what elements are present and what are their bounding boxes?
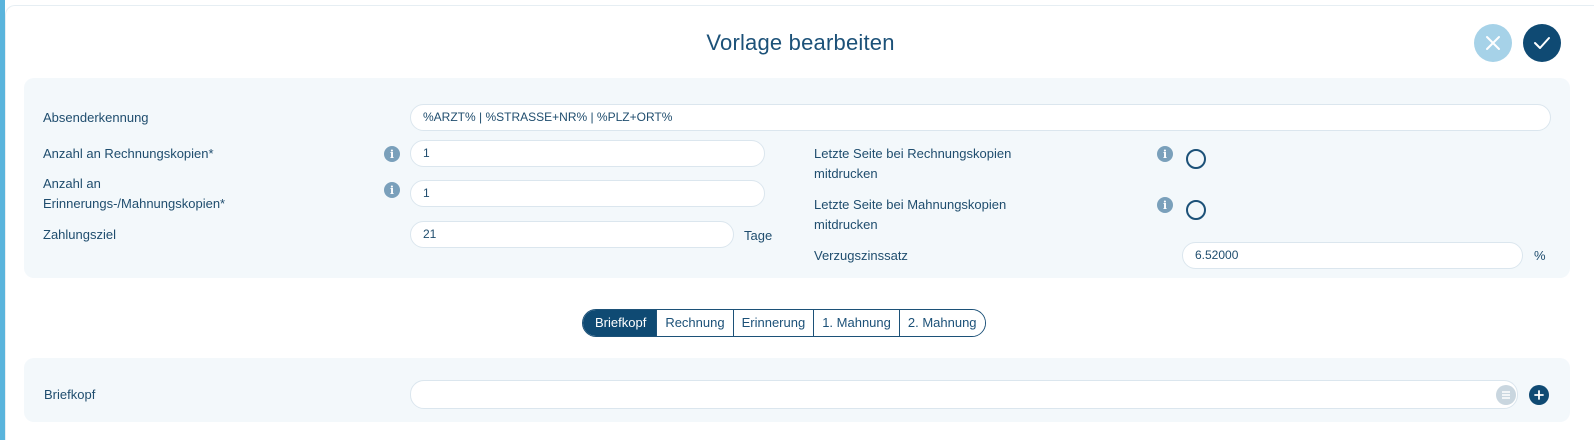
dialog-title: Vorlage bearbeiten [706,30,895,55]
verzugszinssatz-label: Verzugszinssatz [814,248,908,263]
tab-1-mahnung[interactable]: 1. Mahnung [813,310,899,336]
tab-briefkopf[interactable]: Briefkopf [583,310,657,336]
verzugszinssatz-input[interactable]: 6.52000 [1182,242,1523,269]
tab-2-mahnung[interactable]: 2. Mahnung [898,310,985,336]
add-icon[interactable] [1529,385,1549,405]
list-lines-icon [1502,391,1510,399]
briefkopf-select[interactable] [410,380,1518,409]
plus-icon [1534,390,1544,400]
zahlungsziel-unit: Tage [744,228,773,243]
template-tabs: Briefkopf Rechnung Erinnerung 1. Mahnung… [582,309,986,337]
mahnungskopien-info-icon[interactable]: i [384,182,400,198]
rechnungskopien-info-icon[interactable]: i [384,146,400,162]
settings-panel: Absenderkennung %ARZT% | %STRASSE+NR% | … [24,78,1570,278]
zahlungsziel-label: Zahlungsziel [43,227,116,242]
letzte-mahnung-info-icon[interactable]: i [1157,197,1173,213]
close-icon [1486,36,1500,50]
letzte-rechnung-label-line1: Letzte Seite bei Rechnungskopien [814,146,1012,161]
mahnungskopien-label-line1: Anzahl an [43,176,101,191]
briefkopf-panel: Briefkopf [24,358,1570,422]
confirm-button[interactable] [1523,24,1561,62]
letzte-rechnung-label-line2: mitdrucken [814,166,878,181]
edit-template-dialog: Vorlage bearbeiten Absenderkennung %ARZT… [5,5,1594,440]
letzte-rechnung-radio[interactable] [1186,149,1206,169]
tab-rechnung[interactable]: Rechnung [656,310,733,336]
verzugszinssatz-unit: % [1534,248,1546,263]
letzte-mahnung-radio[interactable] [1186,200,1206,220]
absenderkennung-input[interactable]: %ARZT% | %STRASSE+NR% | %PLZ+ORT% [410,104,1551,131]
letzte-mahnung-label-line1: Letzte Seite bei Mahnungskopien [814,197,1007,212]
rechnungskopien-label: Anzahl an Rechnungskopien* [43,146,214,161]
letzte-rechnung-info-icon[interactable]: i [1157,146,1173,162]
absenderkennung-label: Absenderkennung [43,110,149,125]
cancel-button[interactable] [1474,24,1512,62]
zahlungsziel-input[interactable]: 21 [410,221,734,248]
briefkopf-label: Briefkopf [44,387,96,402]
mahnungskopien-input[interactable]: 1 [410,180,765,207]
list-icon[interactable] [1496,385,1516,405]
letzte-mahnung-label-line2: mitdrucken [814,217,878,232]
mahnungskopien-label-line2: Erinnerungs-/Mahnungskopien* [43,196,226,211]
tab-erinnerung[interactable]: Erinnerung [732,310,814,336]
check-icon [1534,37,1550,49]
rechnungskopien-input[interactable]: 1 [410,140,765,167]
